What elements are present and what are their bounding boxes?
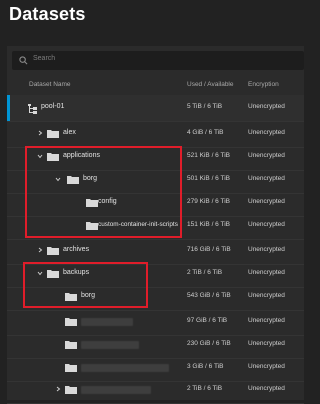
used-available: 151 KiB / 6 TiB (187, 221, 230, 228)
pool-tree-icon (28, 104, 37, 114)
search-icon (19, 56, 28, 65)
encryption-status: Unencrypted (248, 152, 285, 159)
highlight-box-backups (23, 262, 148, 308)
encryption-status: Unencrypted (248, 269, 285, 276)
selection-indicator (7, 95, 10, 121)
encryption-status: Unencrypted (248, 363, 285, 370)
used-available: 521 KiB / 6 TiB (187, 152, 230, 159)
encryption-status: Unencrypted (248, 175, 285, 182)
encryption-status: Unencrypted (248, 198, 285, 205)
chevron-right-icon[interactable] (37, 130, 43, 136)
dataset-name: pool-01 (41, 103, 65, 110)
encryption-status: Unencrypted (248, 385, 285, 392)
folder-icon (65, 341, 77, 349)
column-header-encryption[interactable]: Encryption (248, 81, 279, 93)
dataset-name: archives (63, 246, 90, 253)
column-header-name[interactable]: Dataset Name (29, 81, 71, 93)
used-available: 2 TiB / 6 TiB (187, 269, 223, 276)
used-available: 543 GiB / 6 TiB (187, 292, 231, 299)
redacted-name (81, 364, 169, 372)
encryption-status: Unencrypted (248, 292, 285, 299)
folder-icon (47, 130, 59, 138)
encryption-status: Unencrypted (248, 340, 285, 347)
search-placeholder: Search (33, 55, 56, 62)
used-available: 5 TiB / 6 TiB (187, 103, 223, 110)
folder-icon (65, 364, 77, 372)
used-available: 4 GiB / 6 TiB (187, 129, 224, 136)
redacted-name (81, 386, 151, 394)
chevron-right-icon[interactable] (37, 247, 43, 253)
encryption-status: Unencrypted (248, 221, 285, 228)
redacted-name (81, 341, 139, 349)
used-available: 3 GiB / 6 TiB (187, 363, 224, 370)
encryption-status: Unencrypted (248, 129, 285, 136)
used-available: 97 GiB / 6 TiB (187, 317, 228, 324)
highlight-box-applications (25, 146, 182, 238)
table-row-pool-01[interactable]: pool-01 5 TiB / 6 TiB Unencrypted (7, 95, 304, 122)
chevron-right-icon[interactable] (55, 386, 61, 392)
encryption-status: Unencrypted (248, 246, 285, 253)
folder-icon (65, 386, 77, 394)
page-title: Datasets (9, 4, 86, 24)
folder-icon (47, 247, 59, 255)
used-available: 230 GiB / 6 TiB (187, 340, 231, 347)
encryption-status: Unencrypted (248, 317, 285, 324)
folder-icon (65, 318, 77, 326)
encryption-status: Unencrypted (248, 103, 285, 110)
used-available: 716 GiB / 6 TiB (187, 246, 231, 253)
used-available: 501 KiB / 6 TiB (187, 175, 230, 182)
dataset-name: alex (63, 129, 76, 136)
used-available: 279 KiB / 6 TiB (187, 198, 230, 205)
used-available: 2 TiB / 6 TiB (187, 385, 223, 392)
column-header-used[interactable]: Used / Available (187, 81, 234, 93)
redacted-name (81, 318, 133, 326)
search-input[interactable]: Search (12, 51, 304, 70)
